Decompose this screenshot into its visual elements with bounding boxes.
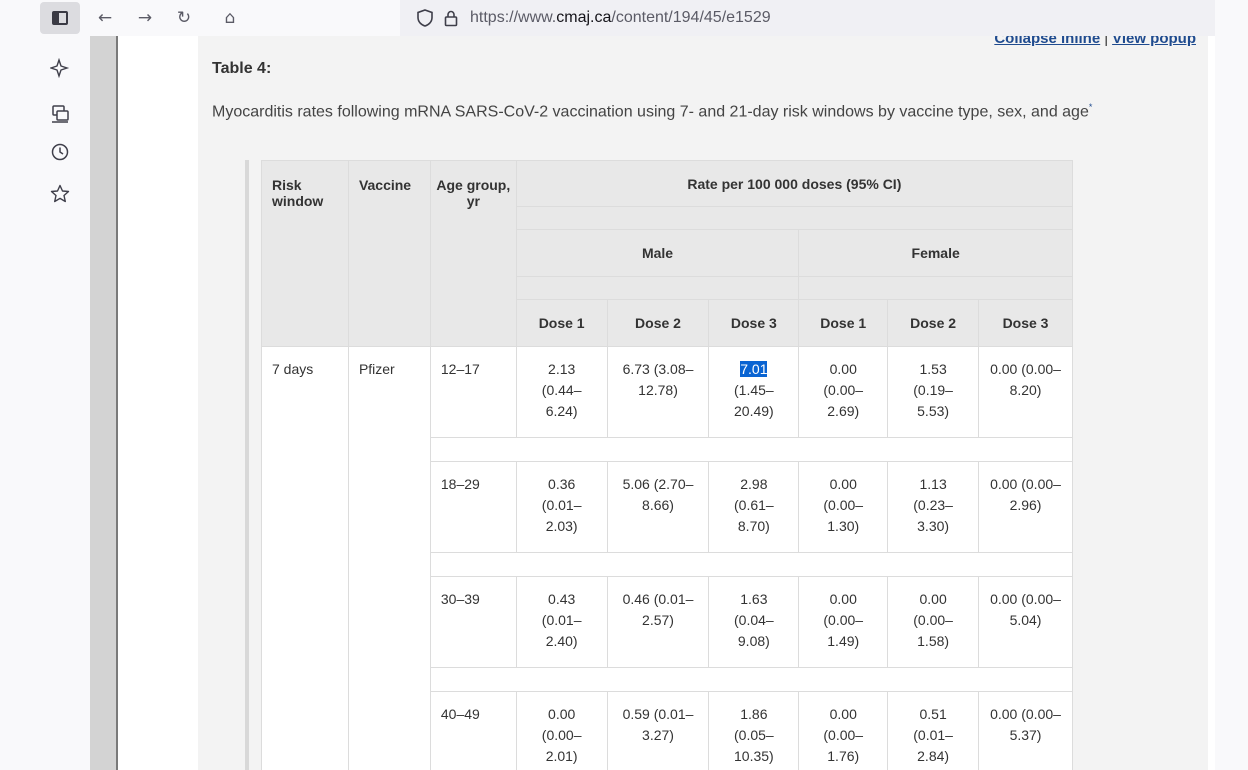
cell-rate-with-selection: 7.01 (1.45–20.49) <box>708 346 800 438</box>
myocarditis-table: Risk window Vaccine Age group, yr Rate p… <box>261 160 1074 770</box>
cell-rate: 0.00 (0.00–2.96) <box>978 461 1073 553</box>
header-age-group: Age group, yr <box>429 160 517 347</box>
table-container: Risk window Vaccine Age group, yr Rate p… <box>245 160 1074 770</box>
browser-toolbar: ← → ↻ ⌂ https://www.cmaj.ca/content/194/… <box>0 0 1248 36</box>
back-button[interactable]: ← <box>91 4 119 32</box>
cell-rate: 1.13 (0.23–3.30) <box>887 461 980 553</box>
sidebar-rail <box>30 36 90 770</box>
spacer-cell <box>429 552 1074 577</box>
sidebar-toggle-button[interactable] <box>40 2 80 34</box>
cell-rate: 6.73 (3.08–12.78) <box>606 346 710 438</box>
cell-risk-window: 7 days <box>261 346 349 770</box>
cell-rate: 0.00 (0.00–1.49) <box>798 576 889 668</box>
cell-rate: 0.00 (0.00–1.58) <box>887 576 980 668</box>
spacer-cell <box>429 437 1074 462</box>
cell-rate: 0.00 (0.00–2.01) <box>515 691 608 770</box>
table-caption: Myocarditis rates following mRNA SARS-Co… <box>212 95 1102 124</box>
cell-rate-ci: (1.45–20.49) <box>734 382 774 419</box>
cell-rate: 0.59 (0.01–3.27) <box>606 691 710 770</box>
cell-rate: 1.63 (0.04–9.08) <box>708 576 800 668</box>
cell-rate: 0.00 (0.00–1.30) <box>798 461 889 553</box>
url-path: /content/194/45/e1529 <box>611 9 771 26</box>
header-female-dose-3: Dose 3 <box>978 299 1073 347</box>
footnote-marker[interactable]: * <box>1089 102 1093 112</box>
table-title: Table 4: <box>212 60 272 77</box>
home-icon: ⌂ <box>224 8 236 28</box>
cell-vaccine: Pfizer <box>347 346 431 770</box>
header-spacer <box>515 276 800 300</box>
arrow-left-icon: ← <box>97 8 113 28</box>
view-popup-link[interactable]: View popup <box>1112 36 1196 47</box>
cell-rate: 1.53 (0.19–5.53) <box>887 346 980 438</box>
sparkle-icon[interactable] <box>48 56 72 80</box>
header-male: Male <box>515 229 800 277</box>
reload-button[interactable]: ↻ <box>170 4 198 32</box>
history-icon[interactable] <box>48 140 72 164</box>
cell-age-group: 40–49 <box>429 691 517 770</box>
address-bar[interactable]: https://www.cmaj.ca/content/194/45/e1529 <box>400 0 1215 36</box>
reload-icon: ↻ <box>176 8 192 28</box>
url-domain: cmaj.ca <box>556 9 612 26</box>
table-actions: Collapse inline | View popup <box>994 36 1196 47</box>
sidebar-icon <box>52 11 68 25</box>
cell-rate: 0.00 (0.00–5.04) <box>978 576 1073 668</box>
spacer-cell <box>429 667 1074 692</box>
header-vaccine: Vaccine <box>347 160 431 347</box>
cell-rate: 0.46 (0.01–2.57) <box>606 576 710 668</box>
page-content: Collapse inline | View popup Table 4: Myoc… <box>118 36 1215 770</box>
header-rate: Rate per 100 000 doses (95% CI) <box>515 160 1074 207</box>
table-panel: Collapse inline | View popup Table 4: Myoc… <box>198 36 1208 770</box>
header-male-dose-1: Dose 1 <box>515 299 608 347</box>
cell-age-group: 18–29 <box>429 461 517 553</box>
cell-rate: 0.00 (0.00–1.76) <box>798 691 889 770</box>
arrow-right-icon: → <box>137 8 153 28</box>
cell-rate: 0.00 (0.00–5.37) <box>978 691 1073 770</box>
cell-rate: 0.00 (0.00–2.69) <box>798 346 889 438</box>
lock-icon[interactable] <box>440 7 462 29</box>
url-text[interactable]: https://www.cmaj.ca/content/194/45/e1529 <box>470 9 771 27</box>
cell-rate: 1.86 (0.05–10.35) <box>708 691 800 770</box>
collapse-inline-link[interactable]: Collapse inline <box>994 36 1100 47</box>
header-spacer <box>798 276 1073 300</box>
cell-rate: 2.13 (0.44–6.24) <box>515 346 608 438</box>
header-male-dose-2: Dose 2 <box>606 299 710 347</box>
header-female-dose-2: Dose 2 <box>887 299 980 347</box>
bookmark-star-icon[interactable] <box>48 182 72 206</box>
shield-icon[interactable] <box>414 7 436 29</box>
cell-rate: 0.51 (0.01–2.84) <box>887 691 980 770</box>
cell-rate: 2.98 (0.61–8.70) <box>708 461 800 553</box>
cell-rate: 0.00 (0.00–8.20) <box>978 346 1073 438</box>
synced-tabs-icon[interactable] <box>48 102 72 126</box>
home-button[interactable]: ⌂ <box>216 4 244 32</box>
header-female: Female <box>798 229 1073 277</box>
cell-rate: 5.06 (2.70–8.66) <box>606 461 710 553</box>
header-male-dose-3: Dose 3 <box>708 299 800 347</box>
cell-rate: 0.43 (0.01–2.40) <box>515 576 608 668</box>
table-row: 7 days Pfizer 12–17 2.13 (0.44–6.24) 6.7… <box>261 346 1073 770</box>
header-spacer <box>515 206 1074 230</box>
page-margin <box>90 36 118 770</box>
selected-text[interactable]: 7.01 <box>740 361 768 377</box>
header-risk-window: Risk window <box>261 160 349 347</box>
header-female-dose-1: Dose 1 <box>798 299 889 347</box>
cell-rate: 0.36 (0.01–2.03) <box>515 461 608 553</box>
link-separator: | <box>1104 36 1109 47</box>
url-prefix: https://www. <box>470 9 557 26</box>
cell-age-group: 30–39 <box>429 576 517 668</box>
caption-text: Myocarditis rates following mRNA SARS-Co… <box>212 103 1089 121</box>
forward-button[interactable]: → <box>131 4 159 32</box>
cell-age-group: 12–17 <box>429 346 517 438</box>
